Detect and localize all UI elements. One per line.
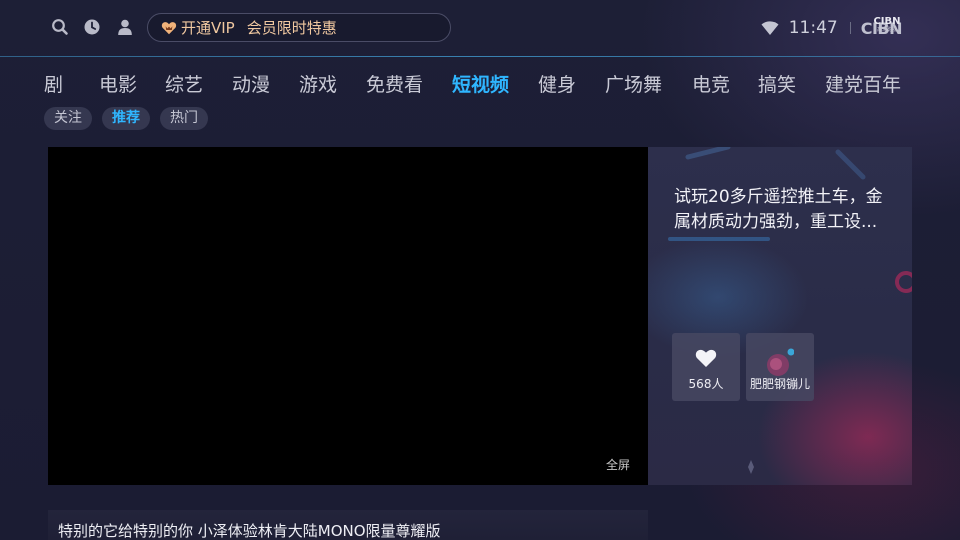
tv-app: 开通VIP 会员限时特惠 11:47 CIBN CIBN 高清影视 剧 电影 综… xyxy=(0,0,960,540)
status-divider xyxy=(849,22,851,34)
nav-item-square-dance[interactable]: 广场舞 xyxy=(605,70,662,97)
nav-item-drama[interactable]: 剧 xyxy=(44,70,63,97)
search-icon[interactable] xyxy=(51,18,69,36)
subtab-following[interactable]: 关注 xyxy=(44,107,92,130)
like-count: 568人 xyxy=(688,377,724,391)
nav-item-short-video[interactable]: 短视频 xyxy=(452,70,509,97)
topbar-divider xyxy=(0,56,960,57)
brand-logo-sub: 高清影视 xyxy=(876,27,897,33)
nav-item-variety[interactable]: 综艺 xyxy=(165,70,203,97)
category-nav: 剧 电影 综艺 动漫 游戏 免费看 短视频 健身 广场舞 电竞 搞笑 建党百年 xyxy=(0,66,960,100)
top-bar: 开通VIP 会员限时特惠 11:47 CIBN CIBN 高清影视 xyxy=(0,0,960,56)
author-name: 肥肥钢镚儿 xyxy=(749,377,810,391)
vip-promo-button[interactable]: 开通VIP 会员限时特惠 xyxy=(147,13,451,42)
video-player[interactable]: 全屏 xyxy=(48,147,648,485)
nav-item-games[interactable]: 游戏 xyxy=(299,70,337,97)
nav-item-party-centenary[interactable]: 建党百年 xyxy=(825,70,901,97)
like-button[interactable]: 568人 xyxy=(672,333,740,401)
subtab-hot[interactable]: 热门 xyxy=(160,107,208,130)
nav-item-fitness[interactable]: 健身 xyxy=(538,70,576,97)
fullscreen-label[interactable]: 全屏 xyxy=(606,456,630,473)
video-info-panel: 试玩20多斤遥控推土车，金属材质动力强劲，重工设... 568人 肥肥钢镚儿 xyxy=(648,147,912,485)
next-video-title: 特别的它给特别的你 小泽体验林肯大陆MONO限量尊耀版 xyxy=(58,522,441,540)
nav-item-movie[interactable]: 电影 xyxy=(99,70,137,97)
vip-label: 开通VIP xyxy=(181,19,235,37)
clock: 11:47 xyxy=(788,18,838,38)
wifi-icon xyxy=(761,20,779,36)
brand-logo: CIBN 高清影视 xyxy=(873,17,901,37)
history-clock-icon[interactable] xyxy=(83,18,101,36)
author-button[interactable]: 肥肥钢镚儿 xyxy=(746,333,814,401)
user-icon[interactable] xyxy=(116,18,134,36)
nav-item-free[interactable]: 免费看 xyxy=(366,70,423,97)
nav-item-anime[interactable]: 动漫 xyxy=(232,70,270,97)
subtab-recommended[interactable]: 推荐 xyxy=(102,107,150,130)
brand-logo-main: CIBN xyxy=(873,16,901,27)
vip-promo-text: 会员限时特惠 xyxy=(246,19,337,37)
nav-item-esports[interactable]: 电竞 xyxy=(692,70,730,97)
vip-heart-badge-icon xyxy=(161,20,177,36)
heart-icon xyxy=(695,348,717,368)
nav-item-comedy[interactable]: 搞笑 xyxy=(758,70,796,97)
next-video-caption[interactable]: 特别的它给特别的你 小泽体验林肯大陆MONO限量尊耀版 xyxy=(48,510,648,540)
author-avatar xyxy=(764,347,794,377)
video-title: 试玩20多斤遥控推土车，金属材质动力强劲，重工设... xyxy=(674,187,883,232)
